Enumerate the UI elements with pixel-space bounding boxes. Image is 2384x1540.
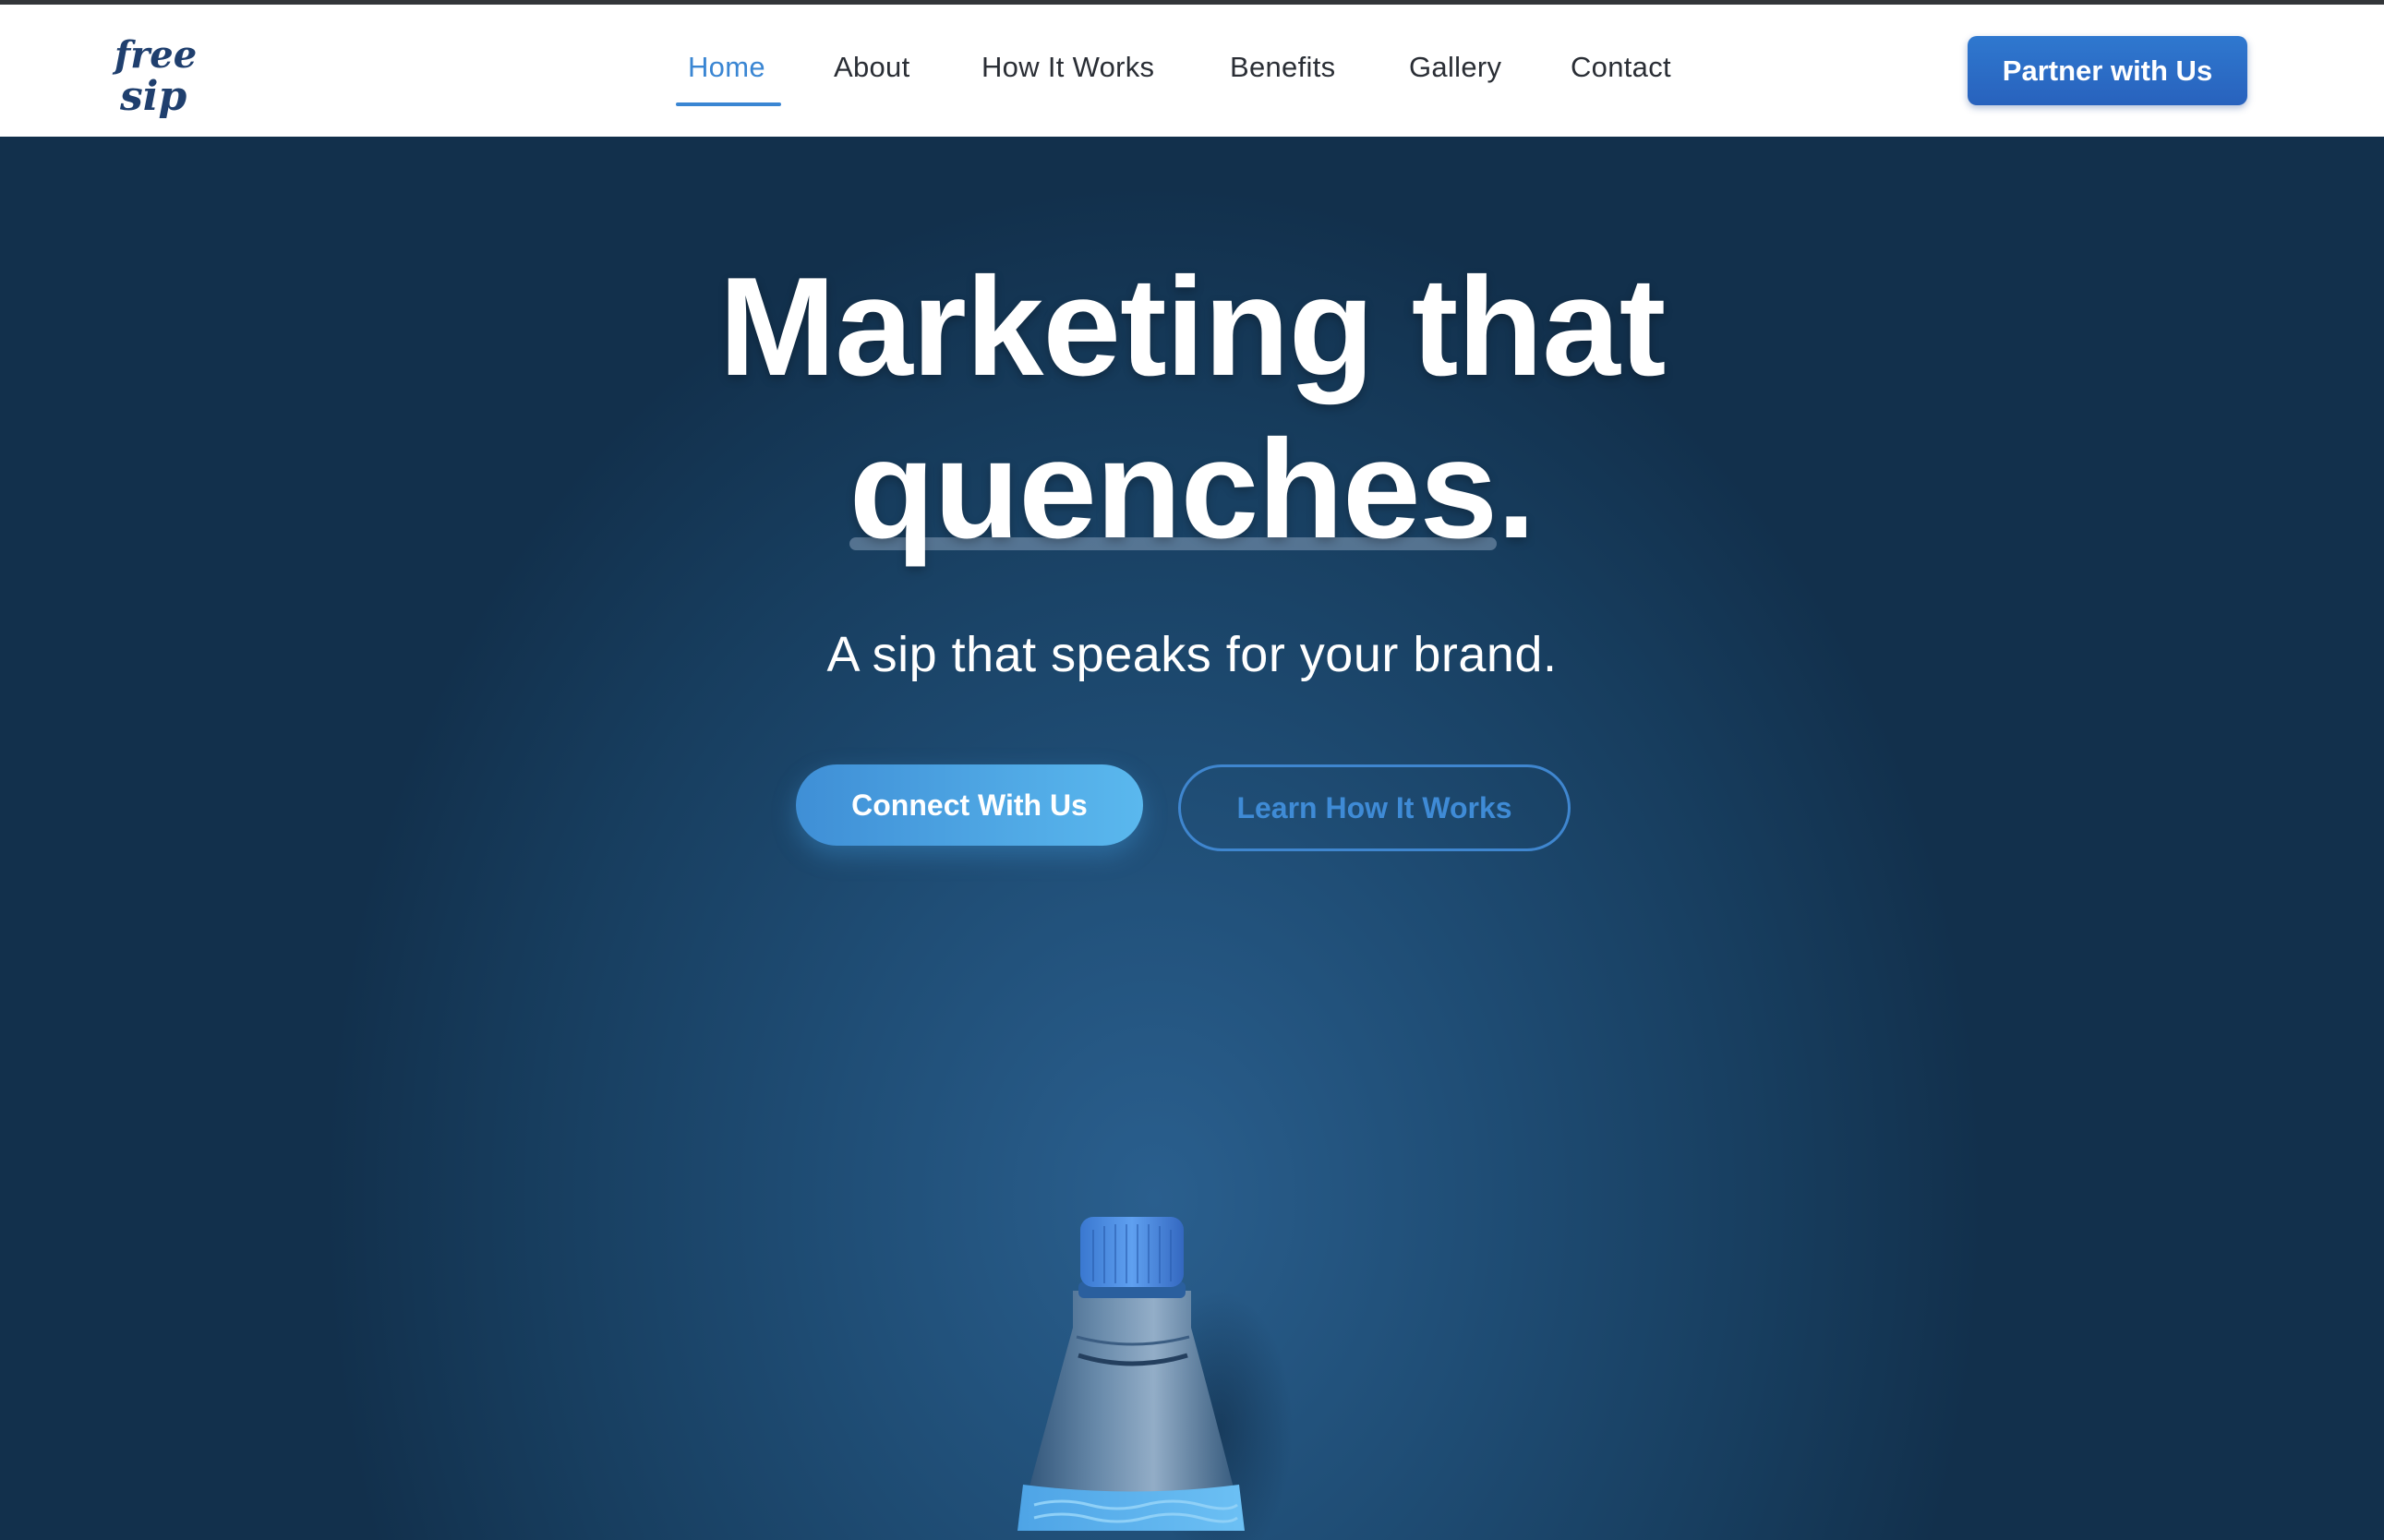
nav-item-gallery[interactable]: Gallery [1409, 51, 1501, 84]
learn-how-it-works-button[interactable]: Learn How It Works [1178, 764, 1571, 851]
hero-title-line2: quenches . [0, 408, 2384, 571]
hero-title-highlight-word: quenches [849, 411, 1499, 568]
hero-title-highlight: quenches [849, 408, 1498, 571]
hero-subtitle: A sip that speaks for your brand. [826, 627, 1558, 682]
hero-title-punct: . [1497, 411, 1535, 568]
nav-item-about[interactable]: About [834, 51, 910, 84]
hero-title: Marketing that quenches . [0, 246, 2384, 571]
hero-section: Marketing that quenches . A sip that spe… [0, 137, 2384, 1540]
nav-item-home[interactable]: Home [688, 51, 765, 84]
nav-item-contact[interactable]: Contact [1571, 51, 1671, 84]
connect-with-us-button[interactable]: Connect With Us [796, 764, 1143, 846]
hero-title-line1: Marketing that [718, 248, 1667, 405]
nav-item-benefits[interactable]: Benefits [1230, 51, 1335, 84]
water-bottle-image [1017, 1217, 1293, 1540]
active-nav-indicator [676, 102, 781, 106]
nav-item-how-it-works[interactable]: How It Works [981, 51, 1154, 84]
partner-with-us-button[interactable]: Partner with Us [1968, 36, 2247, 105]
navbar: free sip Home About How It Works Benefit… [0, 5, 2384, 137]
